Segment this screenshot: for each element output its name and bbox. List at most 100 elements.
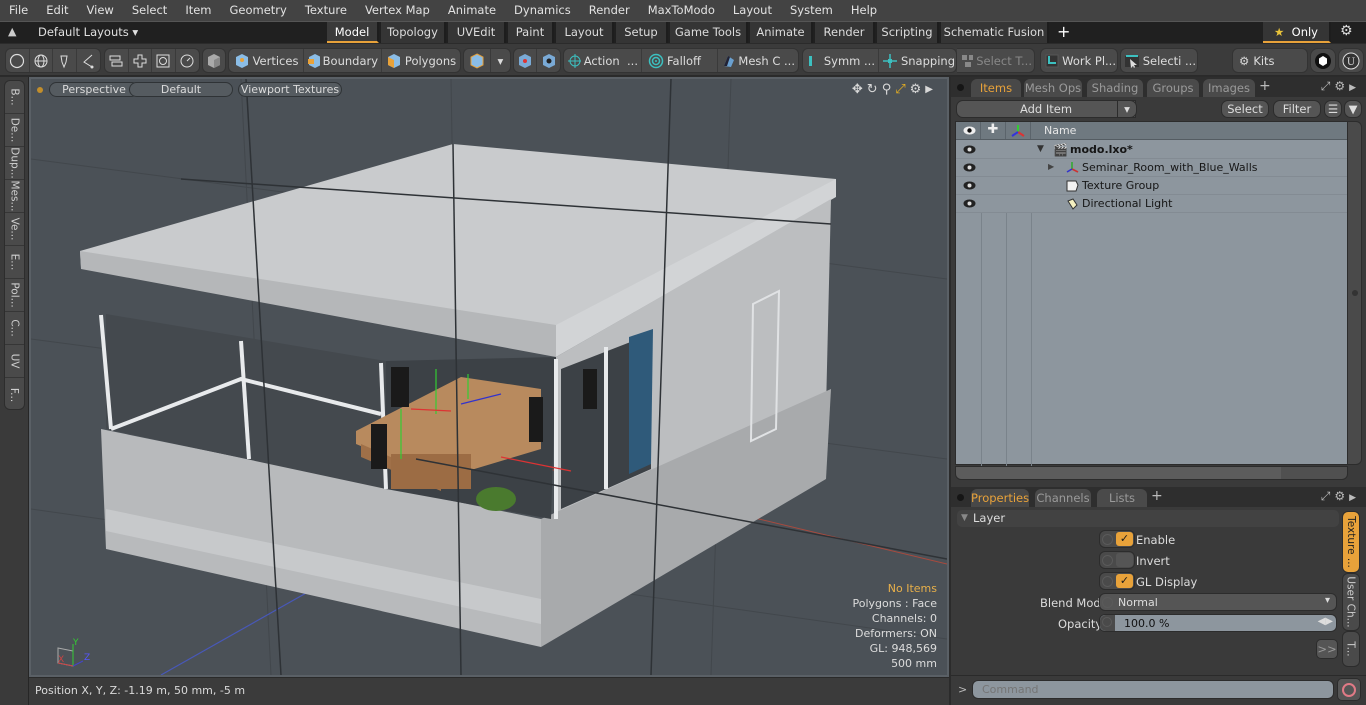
eye-icon[interactable] — [963, 180, 976, 191]
gear-icon[interactable]: ⚙ — [1334, 79, 1349, 93]
tab-render[interactable]: Render — [815, 22, 875, 43]
expand-icon[interactable]: ⤢ — [1321, 79, 1335, 93]
unity-button[interactable] — [1311, 49, 1335, 72]
menu-texture[interactable]: Texture — [296, 0, 356, 21]
add-layout-tab-button[interactable]: + — [1057, 22, 1070, 42]
work-plane-button[interactable]: Work Pl... — [1041, 49, 1117, 72]
tab-game-tools[interactable]: Game Tools — [670, 22, 748, 43]
record-macro-button[interactable] — [1337, 678, 1361, 701]
add-tab-button[interactable]: + — [1259, 78, 1271, 94]
select-through-button[interactable]: Select T... — [957, 49, 1034, 72]
kits-button[interactable]: ⚙ Kits — [1233, 49, 1307, 72]
chevron-right-icon[interactable]: ▶ — [925, 82, 933, 98]
globe-button[interactable] — [30, 49, 53, 72]
scroll-thumb[interactable] — [956, 467, 1281, 479]
tab-channels[interactable]: Channels — [1035, 489, 1091, 507]
unreal-button[interactable]: U — [1339, 49, 1363, 72]
tab-groups[interactable]: Groups — [1147, 79, 1199, 97]
project-button[interactable] — [152, 49, 176, 72]
left-tab-vertex[interactable]: Ve... — [5, 213, 24, 246]
chevron-right-icon[interactable]: ▶ — [1349, 83, 1360, 93]
menu-dynamics[interactable]: Dynamics — [505, 0, 580, 21]
menu-edit[interactable]: Edit — [37, 0, 77, 21]
side-tab-user-channels[interactable]: User Ch... — [1342, 573, 1360, 631]
left-tab-duplicate[interactable]: Dup... — [5, 147, 24, 180]
chevron-right-icon[interactable]: ▶ — [1349, 493, 1360, 503]
item-row-mesh[interactable]: ▶ Seminar_Room_with_Blue_Walls — [956, 159, 1349, 177]
menu-help[interactable]: Help — [842, 0, 886, 21]
menu-layout[interactable]: Layout — [724, 0, 781, 21]
eye-icon[interactable] — [963, 198, 976, 209]
invert-checkbox[interactable] — [1099, 551, 1135, 569]
relax-button[interactable] — [176, 49, 199, 72]
falloff-button[interactable]: Falloff — [642, 49, 718, 72]
menu-animate[interactable]: Animate — [439, 0, 505, 21]
menu-maxtomodo[interactable]: MaxToModo — [639, 0, 724, 21]
item-row-scene[interactable]: ▼ 🎬 modo.lxo* — [956, 141, 1349, 159]
tab-lists[interactable]: Lists — [1097, 489, 1147, 507]
shading-button[interactable]: Default — [129, 82, 233, 97]
left-tab-deform[interactable]: De... — [5, 114, 24, 147]
pen-button[interactable] — [53, 49, 77, 72]
projection-button[interactable]: Perspective — [49, 82, 139, 97]
menu-geometry[interactable]: Geometry — [221, 0, 296, 21]
item-list-vertical-scrollbar[interactable] — [1347, 121, 1362, 465]
gear-icon[interactable]: ⚙ — [910, 82, 922, 98]
path-button[interactable] — [77, 49, 100, 72]
menu-render[interactable]: Render — [580, 0, 639, 21]
tab-topology[interactable]: Topology — [381, 22, 446, 43]
menu-vertex-map[interactable]: Vertex Map — [356, 0, 439, 21]
item-mode-button[interactable] — [203, 49, 225, 72]
panel-menu-dot[interactable] — [957, 494, 964, 501]
eye-icon[interactable] — [963, 144, 976, 155]
more-properties-button[interactable]: >> — [1316, 639, 1338, 659]
left-tab-curve[interactable]: C... — [5, 312, 24, 345]
add-item-button[interactable]: Add Item — [956, 100, 1136, 118]
left-tab-basic[interactable]: B... — [5, 81, 24, 114]
panel-menu-dot[interactable] — [957, 84, 964, 91]
eye-icon[interactable] — [963, 162, 976, 173]
left-tab-polygon[interactable]: Pol... — [5, 279, 24, 312]
only-filter-button[interactable]: ★ Only — [1263, 22, 1331, 43]
material-mode-button[interactable] — [464, 49, 491, 72]
tab-mesh-ops[interactable]: Mesh Ops — [1024, 79, 1082, 97]
list-options-button[interactable]: ☰ — [1324, 100, 1342, 118]
tab-items[interactable]: Items — [971, 79, 1021, 97]
default-layouts-dropdown[interactable]: Default Layouts ▾ — [38, 25, 138, 39]
3d-viewport[interactable]: Y Z X Perspective Default Viewport Textu… — [29, 77, 949, 677]
viewport-textures-button[interactable]: Viewport Textures — [238, 82, 342, 97]
pan-icon[interactable]: ✥ — [852, 82, 863, 98]
gl-display-checkbox[interactable]: ✓ — [1099, 572, 1135, 590]
collapse-up-icon[interactable]: ▲ — [8, 25, 16, 38]
left-tab-uv[interactable]: UV — [5, 345, 24, 378]
circle-select-button[interactable] — [6, 49, 30, 72]
command-input[interactable] — [972, 680, 1334, 699]
item-list-horizontal-scrollbar[interactable] — [955, 466, 1348, 480]
scroll-grip[interactable] — [1352, 290, 1358, 296]
vertices-button[interactable]: Vertices — [229, 49, 305, 72]
opacity-field[interactable]: 100.0 % ◀▶ — [1099, 614, 1337, 632]
tab-paint[interactable]: Paint — [508, 22, 554, 43]
slider-arrows-icon[interactable]: ◀▶ — [1318, 616, 1333, 627]
side-tab-texture[interactable]: Texture ... — [1342, 511, 1360, 573]
select-button[interactable]: Select — [1221, 100, 1269, 118]
menu-item[interactable]: Item — [176, 0, 220, 21]
tab-properties[interactable]: Properties — [971, 489, 1029, 507]
gear-icon[interactable]: ⚙ — [1334, 489, 1349, 503]
selection-sets-button[interactable]: Selecti ... — [1121, 49, 1197, 72]
tab-uvedit[interactable]: UVEdit — [448, 22, 506, 43]
tab-model[interactable]: Model — [327, 22, 379, 43]
stack-button[interactable] — [105, 49, 129, 72]
symmetry-button[interactable]: Symm ... — [803, 49, 879, 72]
item-row-light[interactable]: Directional Light — [956, 195, 1349, 213]
tab-layout[interactable]: Layout — [556, 22, 614, 43]
tab-shading[interactable]: Shading — [1087, 79, 1143, 97]
blend-mode-select[interactable]: Normal ▾ — [1099, 593, 1337, 611]
polygons-button[interactable]: Polygons — [382, 49, 460, 72]
mesh-constraint-button[interactable]: Mesh C ... — [718, 49, 798, 72]
tab-images[interactable]: Images — [1203, 79, 1255, 97]
menu-select[interactable]: Select — [123, 0, 176, 21]
side-tab-t[interactable]: T... — [1342, 631, 1360, 667]
zoom-icon[interactable]: ⚲ — [882, 82, 892, 98]
layer-section-header[interactable]: ▼ Layer — [957, 510, 1339, 527]
